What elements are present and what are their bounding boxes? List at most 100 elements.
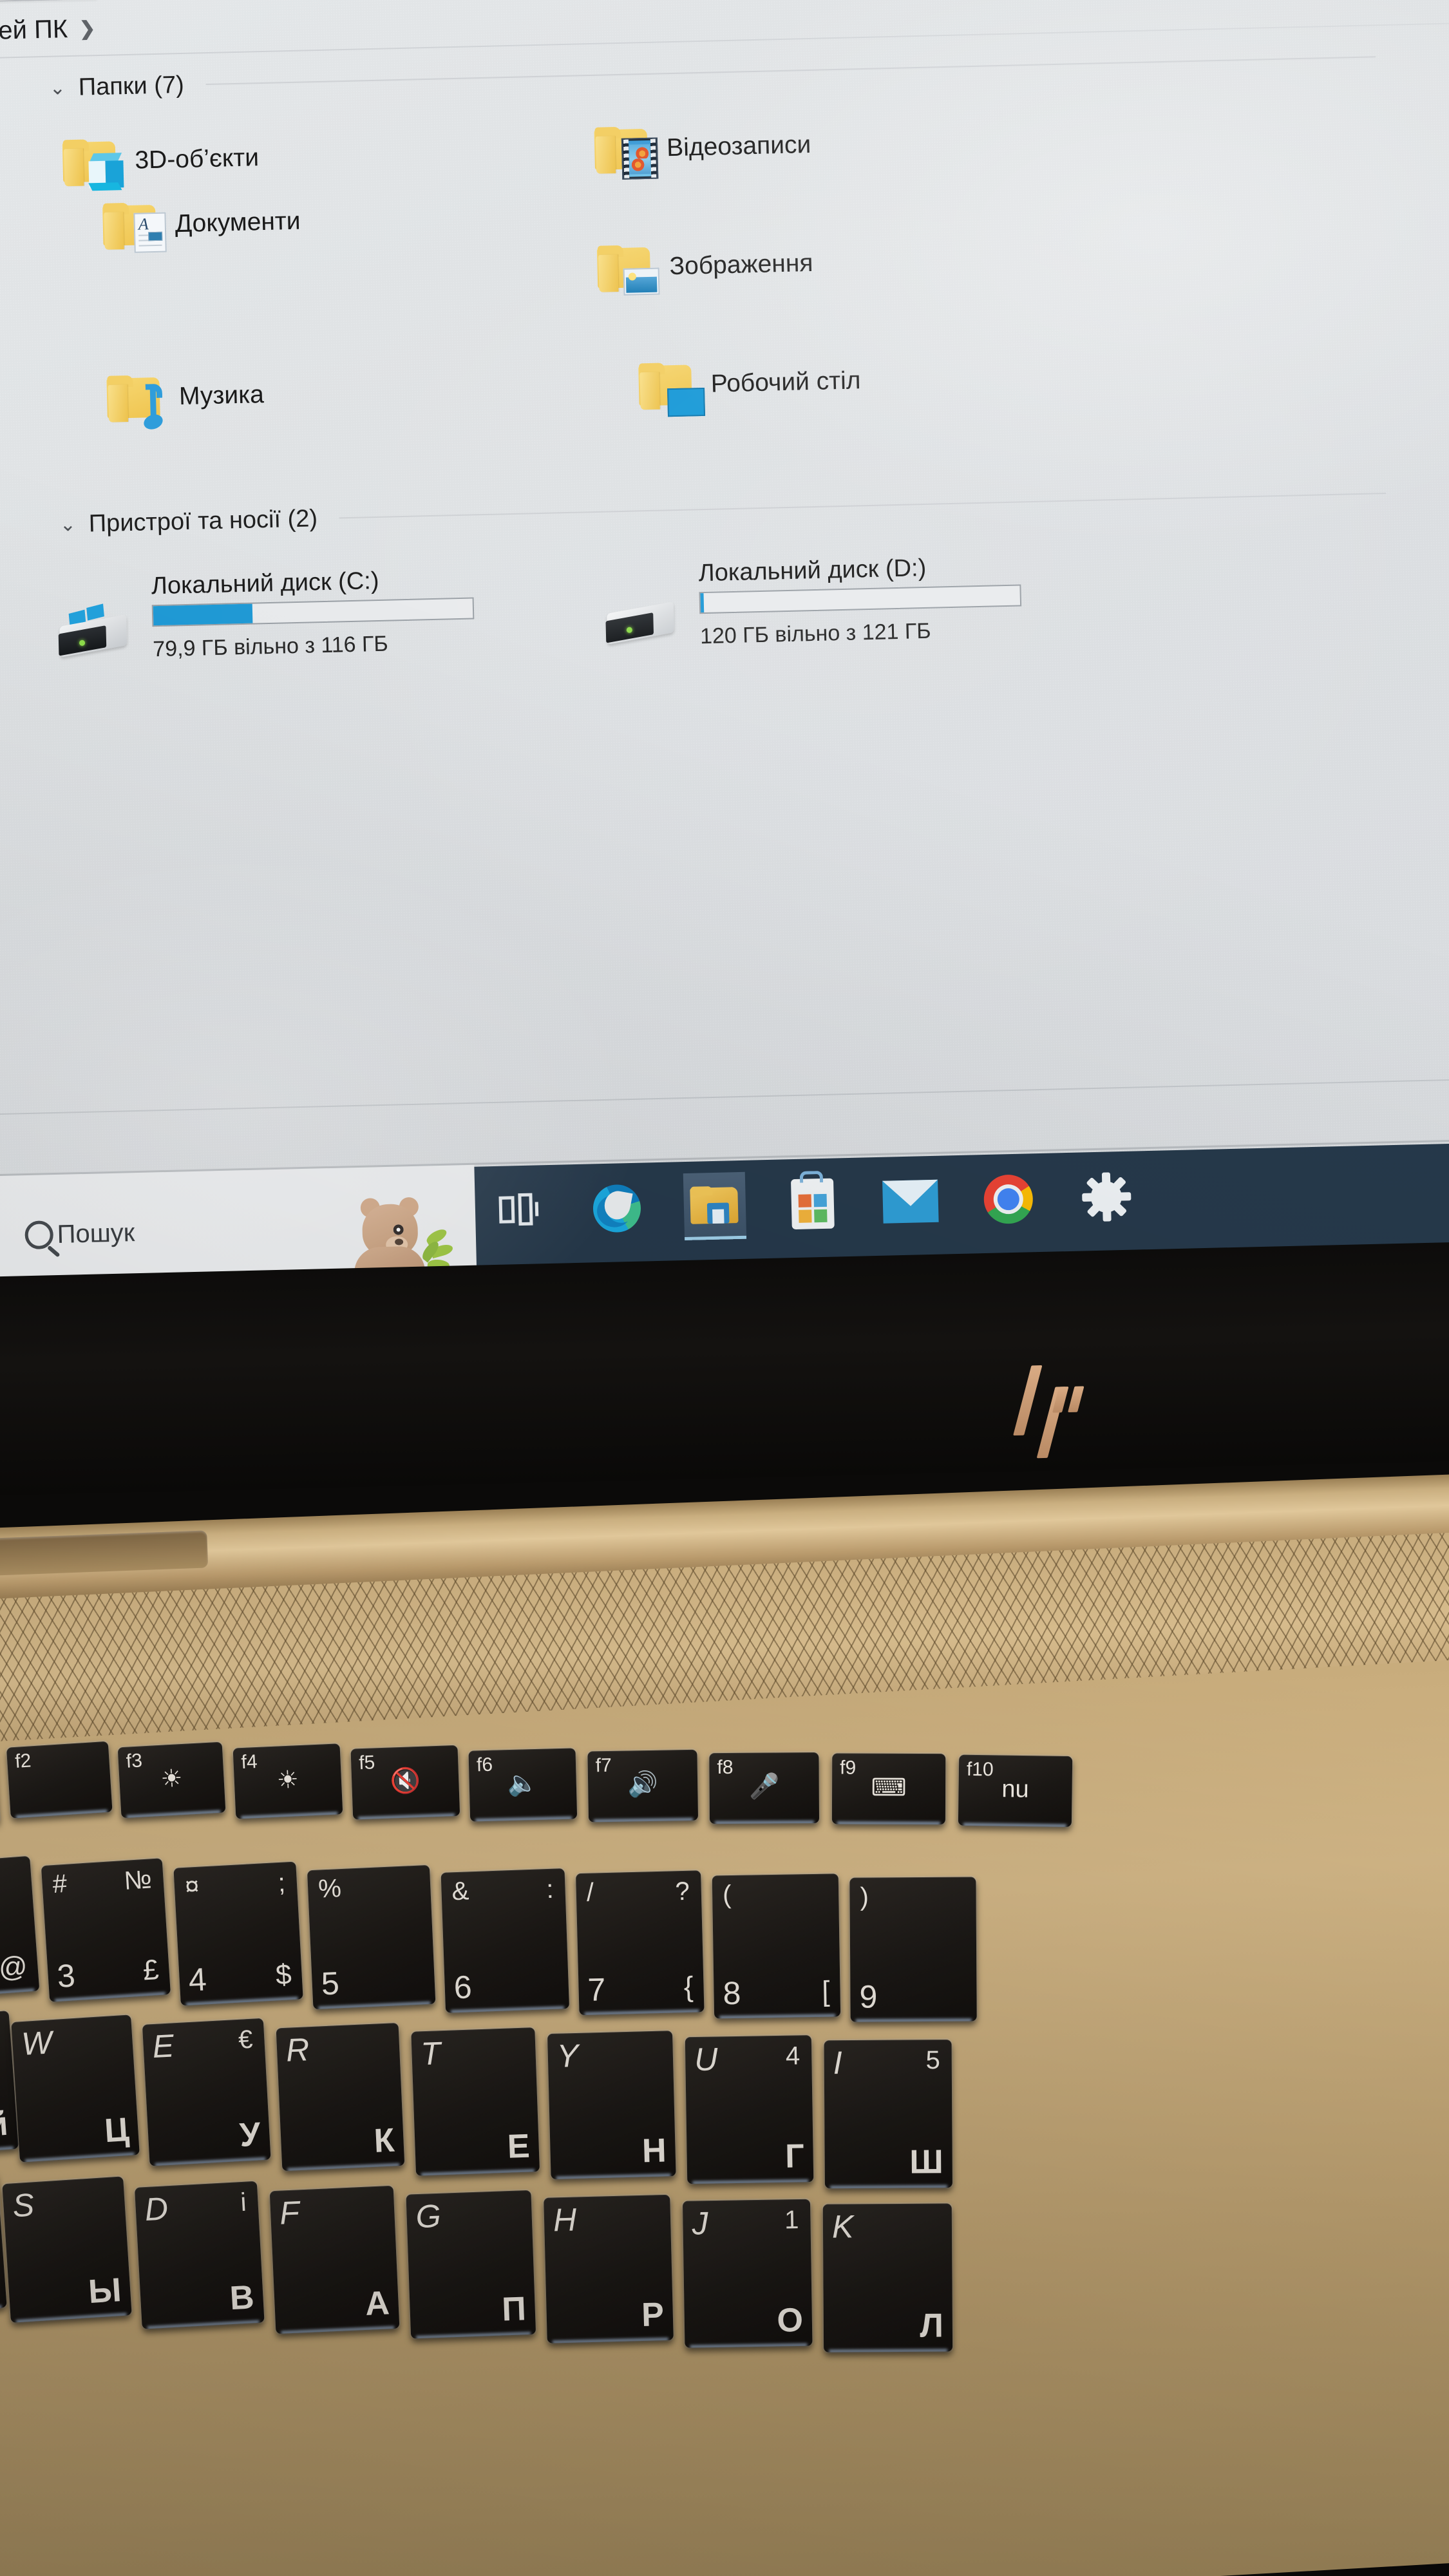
key-function-icon: ⌨ [871, 1774, 907, 1802]
tile-pictures[interactable]: Зображення [585, 225, 1054, 301]
key-D[interactable]: D Вi [134, 2181, 265, 2329]
key-f3[interactable]: f3 ☀ [117, 1741, 226, 1819]
key-legend-main: 5 [320, 1965, 340, 2002]
key-cyrillic-legend: Ы [87, 2271, 123, 2311]
key-f7[interactable]: f7 🔊 [587, 1749, 699, 1823]
key-backlight [475, 1816, 573, 1822]
tile-label: Документи [175, 207, 301, 238]
drive-free-text: 120 ГБ вільно з 121 ГБ [699, 618, 932, 649]
key-backlight [556, 2174, 671, 2180]
key-legend-top: / [586, 1878, 594, 1907]
key-superscript-legend: € [237, 2025, 254, 2054]
key-legend-top2: : [545, 1875, 554, 1904]
key-2[interactable]: “2@ [0, 1855, 40, 2000]
key-U[interactable]: U Г 4 [685, 2035, 814, 2184]
mail-icon[interactable] [879, 1168, 942, 1236]
key-f5[interactable]: f5 🔇 [350, 1745, 460, 1820]
google-chrome-icon[interactable] [977, 1165, 1040, 1233]
tile-desktop[interactable]: Робочий стіл [627, 343, 1095, 419]
windows-drive-icon [55, 603, 134, 658]
key-fn-label: f4 [240, 1750, 258, 1774]
key-backlight [24, 2152, 135, 2163]
microsoft-edge-icon[interactable] [585, 1174, 649, 1242]
key-4[interactable]: ¤; 4 $ [173, 1861, 303, 2006]
tile-music[interactable]: Музика [95, 355, 564, 432]
laptop-display: лки и і дії. Мережа Система ❯ Цей ПК ❯ у… [0, 0, 1449, 1281]
key-T[interactable]: TЕ [411, 2027, 540, 2176]
key-cyrillic-legend: Е [506, 2127, 531, 2166]
key-f9[interactable]: f9 ⌨ [831, 1753, 946, 1825]
task-view-icon[interactable] [488, 1177, 551, 1245]
key-6[interactable]: &: 6 [440, 1868, 570, 2013]
key-f2[interactable]: f2 [6, 1741, 113, 1819]
key-latin-legend: F [278, 2194, 301, 2231]
key-E[interactable]: E У € [142, 2018, 271, 2166]
breadcrumb-path[interactable]: Цей ПК [0, 15, 68, 46]
key-cyrillic-legend: Ц [103, 2110, 131, 2150]
key-cyrillic-legend: Г [784, 2137, 805, 2175]
chevron-down-icon[interactable]: ⌄ [49, 77, 66, 100]
key-cyrillic-legend: Р [641, 2296, 665, 2334]
drive-tile-d[interactable]: Локальний диск (D:) 120 ГБ вільно з 121 … [595, 551, 1086, 659]
key-fn-label: f3 [126, 1750, 143, 1772]
key-legend-top2: ; [277, 1868, 287, 1898]
key-cyrillic-legend: В [229, 2278, 256, 2318]
key-legend-top: ) [860, 1882, 869, 1911]
folder-desktop-icon [638, 362, 706, 417]
key-9[interactable]: ) 9 [849, 1877, 977, 2022]
key-H[interactable]: HР [544, 2194, 674, 2344]
key-W[interactable]: WЦ [11, 2014, 140, 2163]
key-J[interactable]: J О 1 [682, 2199, 813, 2348]
key-superscript-legend: 1 [784, 2205, 799, 2235]
key-fn-label: f9 [840, 1757, 857, 1779]
key-backlight [552, 2337, 668, 2344]
tile-label: Відеозаписи [666, 130, 811, 162]
key-f4[interactable]: f4 ☀ [232, 1743, 343, 1819]
chevron-right-icon[interactable]: ❯ [79, 17, 96, 41]
key-5[interactable]: % 5 [307, 1864, 436, 2010]
chevron-down-icon[interactable]: ⌄ [59, 513, 76, 536]
group-title: Папки (7) [78, 71, 185, 101]
key-legend-alt: { [683, 1971, 694, 2003]
tile-documents[interactable]: A Документи [91, 183, 560, 258]
group-header-folders[interactable]: ⌄ Папки (7) [49, 36, 1376, 109]
key-3[interactable]: # № 3 £ [41, 1858, 171, 2002]
file-explorer-icon[interactable] [683, 1171, 747, 1241]
breadcrumb[interactable]: ❯ Цей ПК ❯ [0, 8, 96, 52]
key-G[interactable]: GП [406, 2190, 536, 2339]
group-header-devices[interactable]: ⌄ Пристрої та носії (2) [59, 473, 1387, 545]
key-F[interactable]: FА [269, 2185, 400, 2334]
key-f6[interactable]: f6 🔈 [468, 1748, 578, 1822]
ribbon-tab-group[interactable]: лки и і дії. [0, 0, 98, 4]
tile-label: Музика [178, 381, 265, 411]
settings-gear-icon[interactable] [1075, 1162, 1138, 1231]
display-bezel [0, 1240, 1449, 1497]
key-7[interactable]: /? 7 { [576, 1870, 705, 2016]
key-S[interactable]: SЫ [2, 2176, 132, 2323]
key-cyrillic-legend: й [0, 2105, 10, 2144]
key-f8[interactable]: f8 🎤 [709, 1752, 820, 1824]
key-cyrillic-legend: П [501, 2290, 527, 2329]
key-backlight [358, 1814, 455, 1820]
key-8[interactable]: (8 [ [712, 1873, 841, 2019]
key-backlight [594, 1817, 694, 1823]
key-fn-label: f2 [14, 1750, 32, 1772]
local-drive-icon [602, 590, 681, 645]
key-legend-top2: № [123, 1865, 153, 1896]
tile-3d-objects[interactable]: 3D-об’єкти [50, 120, 519, 195]
key-K[interactable]: KЛ [822, 2203, 953, 2353]
search-input[interactable]: Пошук [57, 1218, 135, 1249]
key-backlight [715, 1821, 815, 1824]
key-backlight [15, 1810, 108, 1819]
tile-videos[interactable]: Відеозаписи [582, 107, 1051, 182]
key-backlight [963, 1823, 1066, 1827]
key-superscript-legend: i [240, 2188, 247, 2217]
drive-tile-c[interactable]: Локальний диск (C:) 79,9 ГБ вільно з 116… [48, 564, 540, 672]
microsoft-store-icon[interactable] [781, 1170, 844, 1238]
key-latin-legend: E [151, 2027, 175, 2065]
key-latin-legend: R [285, 2031, 310, 2069]
key-I[interactable]: I Ш 5 [824, 2040, 952, 2189]
key-Y[interactable]: YН [547, 2031, 676, 2180]
key-f10[interactable]: f10 nu [958, 1754, 1073, 1827]
key-R[interactable]: RК [276, 2022, 405, 2172]
